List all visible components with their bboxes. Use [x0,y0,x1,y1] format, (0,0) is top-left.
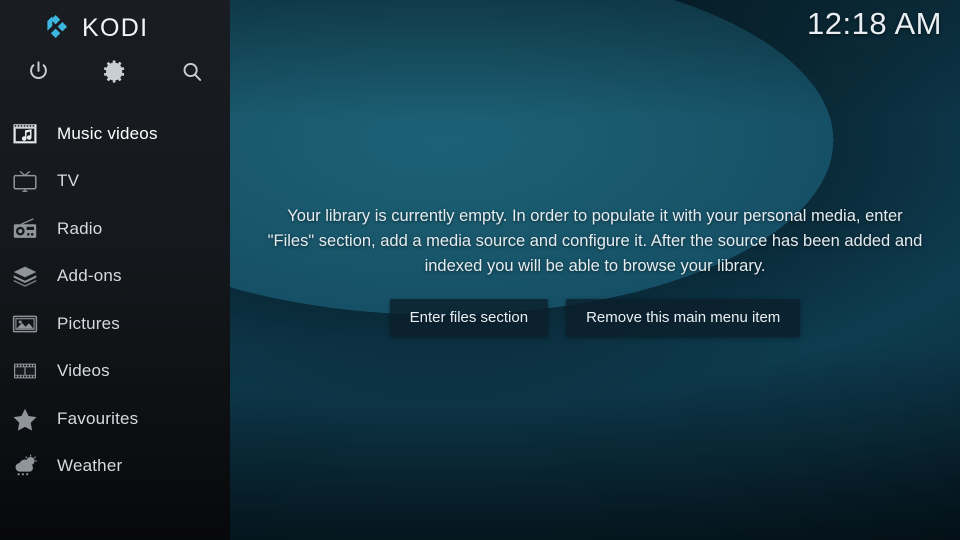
star-icon [10,406,40,432]
radio-icon [10,216,40,242]
weather-cloud-icon [10,453,40,479]
power-button[interactable] [0,59,77,84]
kodi-logo-icon [41,13,71,43]
app-logo[interactable]: KODI [0,0,230,43]
gear-icon [103,60,127,83]
sidebar-item-label: Add-ons [57,266,122,286]
sidebar-item-add-ons[interactable]: Add-ons [0,253,230,301]
sidebar-item-radio[interactable]: Radio [0,205,230,253]
sidebar-item-label: TV [57,171,80,191]
sidebar-item-videos[interactable]: Videos [0,348,230,396]
sidebar-item-weather[interactable]: Weather [0,443,230,491]
addons-box-icon [10,263,40,289]
sidebar-item-label: Music videos [57,123,158,143]
sidebar-item-music-videos[interactable]: Music videos [0,110,230,158]
sidebar-item-label: Radio [57,218,103,238]
power-icon [26,59,51,84]
sidebar-item-pictures[interactable]: Pictures [0,300,230,348]
sidebar-item-label: Pictures [57,313,121,333]
search-button[interactable] [153,60,230,84]
action-button-row: Enter files section Remove this main men… [389,298,801,337]
sidebar-item-label: Weather [57,456,123,476]
enter-files-section-button[interactable]: Enter files section [389,298,549,337]
pictures-icon [10,311,40,337]
film-strip-icon [10,358,40,384]
empty-library-message: Your library is currently empty. In orde… [267,206,923,275]
kodi-home-screen: 12:18 AM Your library is currently empty… [0,0,960,540]
main-menu: Music videos TV Radio Add-ons Pictures V… [0,110,230,490]
app-name: KODI [82,13,149,42]
sidebar: KODI Music videos TV Radio Add-ons Pictu… [0,0,230,540]
main-content: Your library is currently empty. In orde… [230,0,960,540]
clock: 12:18 AM [807,6,942,41]
sidebar-item-tv[interactable]: TV [0,158,230,206]
sidebar-item-favourites[interactable]: Favourites [0,395,230,443]
sidebar-toolbar [0,43,230,84]
music-video-icon [10,121,40,147]
remove-main-menu-item-button[interactable]: Remove this main menu item [566,298,801,337]
settings-button[interactable] [77,60,154,83]
sidebar-item-label: Favourites [57,408,139,428]
search-icon [180,60,204,84]
sidebar-item-label: Videos [57,361,110,381]
tv-icon [10,168,40,194]
